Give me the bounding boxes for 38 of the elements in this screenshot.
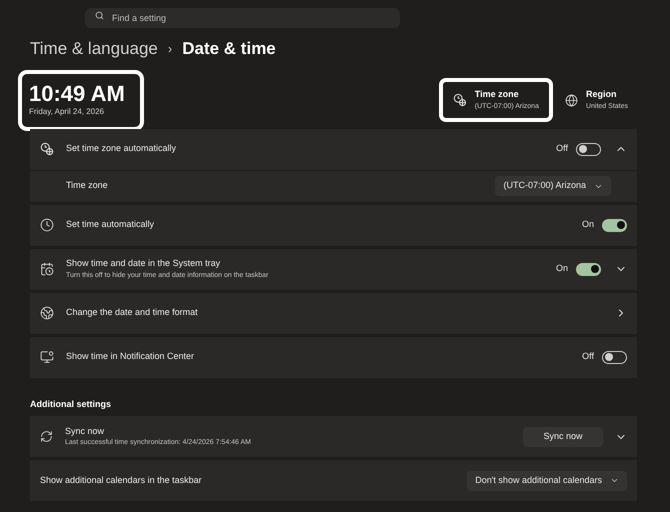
current-date: Friday, April 24, 2026 (29, 106, 106, 118)
setting-title: Set time automatically (66, 218, 156, 232)
current-time: 10:49 AM (29, 82, 126, 106)
toggle-switch[interactable] (602, 350, 627, 364)
setting-title: Show time and date in the System tray (66, 257, 222, 270)
clock-globe-icon (452, 93, 467, 107)
search-icon (95, 10, 104, 20)
sync-button[interactable]: Sync now (523, 426, 603, 446)
toggle-state-label: On (556, 262, 568, 276)
page-title: Date & time (182, 38, 276, 60)
summary-title: Time zone (474, 88, 520, 101)
setting-title: Sync now (65, 424, 106, 438)
dropdown[interactable]: Don't show additional calendars (467, 470, 627, 490)
toggle-state-label: Off (582, 350, 594, 364)
clock-globe-icon (40, 142, 54, 156)
setting-title: Change the date and time format (66, 306, 199, 320)
summary-title: Region (586, 88, 618, 101)
toggle-state-label: Off (556, 142, 568, 156)
toggle-state-label: On (582, 218, 594, 232)
globe-icon (564, 94, 578, 106)
setting-title: Time zone (66, 179, 109, 192)
setting-title: Set time zone automatically (66, 142, 178, 156)
toggle-switch[interactable] (576, 142, 601, 156)
globe-icon (40, 306, 54, 320)
dropdown[interactable]: (UTC-07:00) Arizona (495, 176, 611, 196)
breadcrumb-separator: › (168, 40, 172, 58)
chevron-down-icon (610, 476, 619, 485)
toggle-switch[interactable] (602, 218, 627, 232)
sync-icon (40, 430, 53, 443)
clock-icon (40, 218, 54, 232)
section-heading: Additional settings (29, 398, 112, 411)
toggle-switch[interactable] (576, 262, 601, 276)
breadcrumb-parent[interactable]: Time & language (30, 36, 158, 62)
monitor-icon (40, 350, 54, 364)
search-field[interactable]: Find a setting (85, 8, 400, 28)
calendar-clock-icon (40, 262, 54, 276)
setting-title: Show time in Notification Center (66, 350, 196, 364)
setting-title: Show additional calendars in the taskbar (40, 474, 203, 487)
